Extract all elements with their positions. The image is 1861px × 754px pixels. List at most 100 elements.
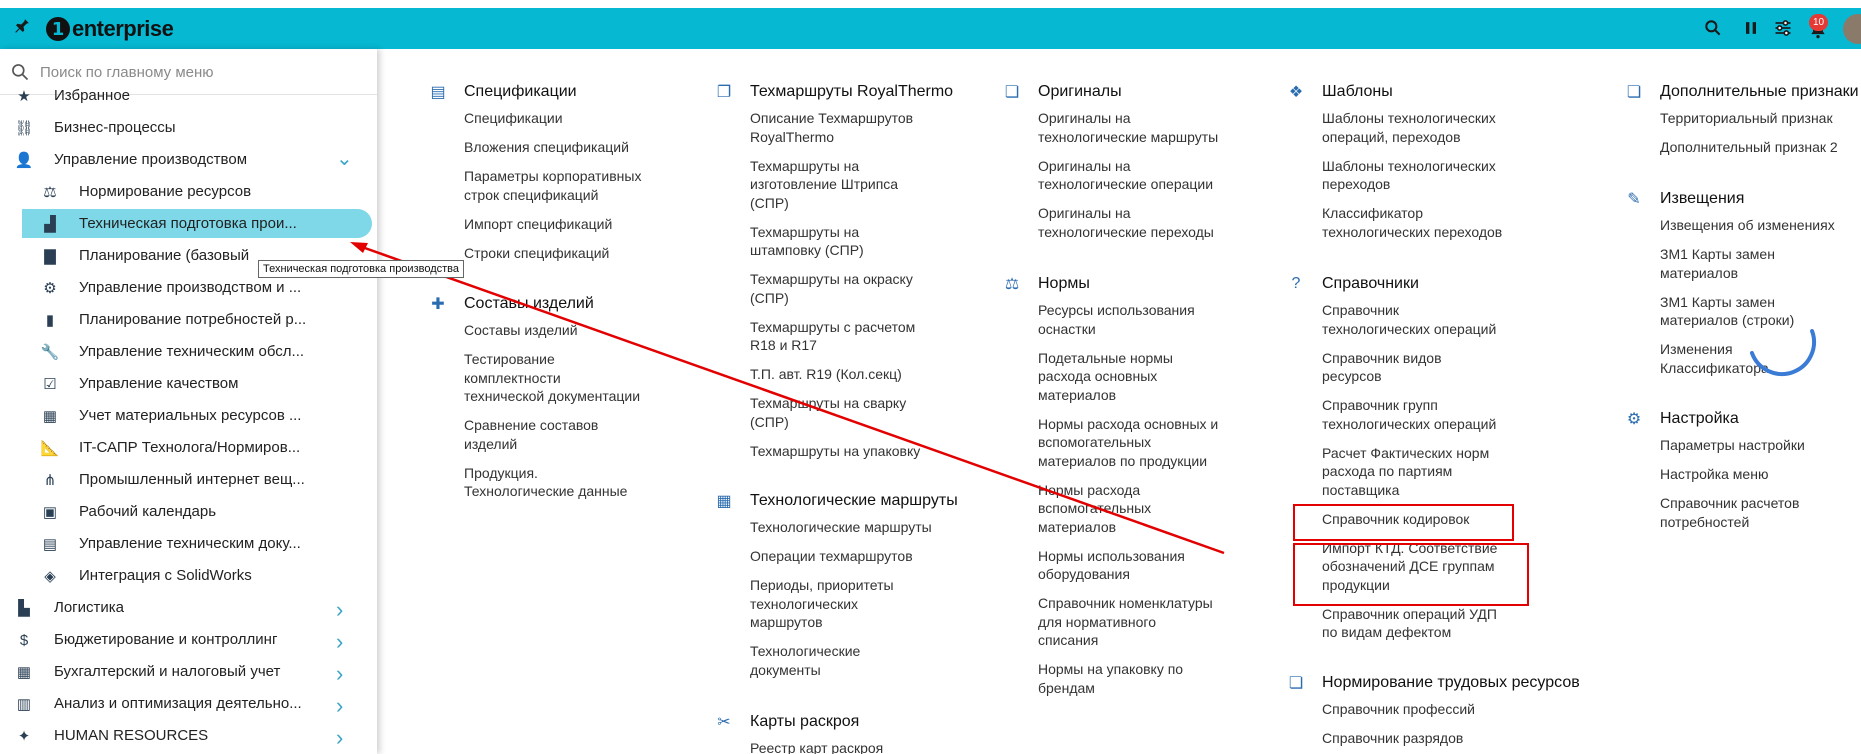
filter-settings-icon[interactable]: [1773, 18, 1793, 38]
menu-link[interactable]: Продукция. Технологические данные: [464, 464, 627, 501]
puzzle-icon: ✚: [431, 296, 445, 313]
menu-link[interactable]: Извещения об изменениях: [1660, 216, 1835, 235]
menu-link[interactable]: Нормы расхода вспомогательных материалов: [1038, 481, 1151, 537]
sidebar-item-label: Планирование потребностей р...: [79, 311, 307, 328]
tooltip: Техническая подготовка производства: [258, 260, 465, 278]
top-bar: 1 enterprise 10: [0, 8, 1861, 49]
menu-link[interactable]: Нормы расхода основных и вспомогательных…: [1038, 415, 1218, 471]
menu-link[interactable]: Техмаршруты с расчетом R18 и R17: [750, 318, 915, 355]
sidebar-item[interactable]: ▥ Анализ и оптимизация деятельно... ›: [0, 688, 377, 720]
pause-icon[interactable]: [1741, 18, 1761, 38]
menu-link[interactable]: Справочник номенклатуры для нормативного…: [1038, 594, 1213, 650]
menu-link[interactable]: Подетальные нормы расхода основных матер…: [1038, 349, 1173, 405]
app-logo[interactable]: 1 enterprise: [46, 16, 174, 42]
sidebar-item[interactable]: ▣ Рабочий календарь: [0, 496, 377, 528]
menu-link[interactable]: Техмаршруты на сварку (СПР): [750, 394, 906, 431]
chevron-right-icon[interactable]: ›: [336, 661, 343, 687]
menu-link[interactable]: Т.П. авт. R19 (Кол.секц): [750, 365, 902, 384]
menu-link[interactable]: Технологические документы: [750, 642, 860, 679]
sidebar-item[interactable]: ⛓ Бизнес-процессы: [0, 112, 377, 144]
chevron-right-icon[interactable]: ›: [336, 725, 343, 751]
menu-link[interactable]: Параметры настройки: [1660, 436, 1805, 455]
gears-icon: ⚙: [1626, 411, 1642, 428]
folder-icon: ❏: [1288, 675, 1304, 692]
menu-link[interactable]: Спецификации: [464, 109, 563, 128]
menu-link[interactable]: Операции техмаршрутов: [750, 547, 913, 566]
menu-link[interactable]: Нормы на упаковку по брендам: [1038, 660, 1183, 697]
chevron-right-icon[interactable]: ›: [336, 693, 343, 719]
calculator-icon: ▦: [16, 664, 32, 681]
menu-link[interactable]: Периоды, приоритеты технологических марш…: [750, 576, 894, 632]
menu-link[interactable]: Реестр карт раскроя: [750, 739, 883, 754]
chevron-right-icon[interactable]: ›: [336, 597, 343, 623]
menu-link[interactable]: Техмаршруты на изготовление Штрипса (СПР…: [750, 157, 898, 213]
sidebar-item[interactable]: 🔧 Управление техническим обсл...: [0, 336, 377, 368]
menu-link[interactable]: Оригиналы на технологические маршруты: [1038, 109, 1218, 146]
sidebar-item[interactable]: ⚖ Нормирование ресурсов: [0, 176, 377, 208]
menu-link[interactable]: ЗМ1 Карты замен материалов: [1660, 245, 1775, 282]
sidebar-item[interactable]: 👤 Управление производством ⌄: [0, 144, 377, 176]
menu-link[interactable]: Справочник технологических операций: [1322, 301, 1496, 338]
section-title: Дополнительные признаки: [1660, 83, 1859, 100]
calculator-grid-icon: ▦: [42, 408, 58, 425]
pin-icon[interactable]: [13, 17, 31, 35]
sidebar-item[interactable]: 📐 IT-САПР Технолога/Нормиров...: [0, 432, 377, 464]
menu-link[interactable]: Настройка меню: [1660, 465, 1768, 484]
sidebar-item[interactable]: ▟ Техническая подготовка прои...: [0, 208, 377, 240]
menu-link[interactable]: Описание Техмаршрутов RoyalThermo: [750, 109, 913, 146]
menu-link[interactable]: Сравнение составов изделий: [464, 416, 598, 453]
menu-link[interactable]: Импорт спецификаций: [464, 215, 612, 234]
menu-link[interactable]: Справочник расчетов потребностей: [1660, 494, 1799, 531]
menu-link[interactable]: Классификатор технологических переходов: [1322, 204, 1502, 241]
menu-link[interactable]: Строки спецификаций: [464, 244, 609, 263]
sidebar-item[interactable]: ✦ HUMAN RESOURCES ›: [0, 720, 377, 752]
sidebar-item[interactable]: ▦ Бухгалтерский и налоговый учет ›: [0, 656, 377, 688]
menu-link[interactable]: Технологические маршруты: [750, 518, 932, 537]
sidebar-item[interactable]: ☑ Управление качеством: [0, 368, 377, 400]
menu-link[interactable]: Ресурсы использования оснастки: [1038, 301, 1195, 338]
sidebar-item[interactable]: $ Бюджетирование и контроллинг ›: [0, 624, 377, 656]
sidebar-item[interactable]: ▤ Управление техническим доку...: [0, 528, 377, 560]
menu-link[interactable]: Шаблоны технологических операций, перехо…: [1322, 109, 1496, 146]
menu-link[interactable]: Справочник групп технологических операци…: [1322, 396, 1496, 433]
menu-link[interactable]: Справочник видов ресурсов: [1322, 349, 1442, 386]
menu-link[interactable]: Справочник разрядов: [1322, 729, 1463, 748]
menu-link[interactable]: Справочник профессий: [1322, 700, 1475, 719]
menu-link[interactable]: Оригиналы на технологические переходы: [1038, 204, 1214, 241]
sidebar-item[interactable]: ⋔ Промышленный интернет вещ...: [0, 464, 377, 496]
sidebar-item[interactable]: ▙ Логистика ›: [0, 592, 377, 624]
menu-link[interactable]: Тестирование комплектности технической д…: [464, 350, 640, 406]
sidebar-item-label: IT-САПР Технолога/Нормиров...: [79, 439, 301, 456]
menu-link[interactable]: Техмаршруты на окраску (СПР): [750, 270, 913, 307]
sidebar-item-label: Управление производством и ...: [79, 279, 302, 296]
sidebar-item[interactable]: ★ Избранное: [0, 80, 377, 112]
menu-link[interactable]: Шаблоны технологических переходов: [1322, 157, 1496, 194]
checkbox-icon: ☑: [43, 376, 57, 393]
worker-icon: 👤: [14, 152, 34, 169]
menu-link[interactable]: Техмаршруты на штамповку (СПР): [750, 223, 864, 260]
search-icon[interactable]: [1703, 18, 1723, 38]
menu-link[interactable]: Параметры корпоративных строк спецификац…: [464, 167, 641, 204]
menu-link[interactable]: Расчет Фактических норм расхода по парти…: [1322, 444, 1489, 500]
sidebar-item[interactable]: ◈ Интеграция с SolidWorks: [0, 560, 377, 592]
menu-link[interactable]: Справочник операций УДП по видам дефекто…: [1322, 605, 1497, 642]
menu-link[interactable]: Составы изделий: [464, 321, 578, 340]
menu-link[interactable]: Оригиналы на технологические операции: [1038, 157, 1213, 194]
building-icon: ▦: [716, 493, 732, 510]
chevron-right-icon[interactable]: ›: [336, 629, 343, 655]
loading-spinner-icon: [1749, 329, 1816, 376]
menu-link[interactable]: Вложения спецификаций: [464, 138, 629, 157]
menu-link[interactable]: Техмаршруты на упаковку: [750, 442, 920, 461]
sidebar-item-label: Бизнес-процессы: [54, 119, 176, 136]
menu-link[interactable]: Дополнительный признак 2: [1660, 138, 1838, 157]
avatar[interactable]: [1843, 14, 1861, 44]
edit-doc-icon: ✎: [1627, 191, 1641, 208]
chevron-down-icon[interactable]: ⌄: [336, 146, 353, 171]
menu-link[interactable]: Нормы использования оборудования: [1038, 547, 1185, 584]
analytics-icon: ▥: [16, 696, 32, 713]
sidebar-item[interactable]: ▮ Планирование потребностей р...: [0, 304, 377, 336]
sidebar-item-label: Бухгалтерский и налоговый учет: [54, 663, 281, 680]
sidebar-item[interactable]: ▦ Учет материальных ресурсов ...: [0, 400, 377, 432]
menu-link[interactable]: Территориальный признак: [1660, 109, 1833, 128]
people-icon: ✦: [17, 728, 31, 745]
